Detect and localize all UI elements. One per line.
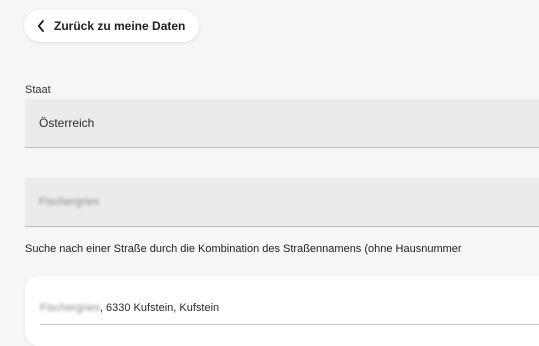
street-value: Fischergries: [39, 196, 99, 208]
chevron-left-icon: [36, 20, 46, 32]
country-field-label: Staat: [25, 84, 51, 96]
address-suggestions-panel: Fischergries , 6330 Kufstein, Kufstein: [25, 276, 539, 346]
back-button-label: Zurück zu meine Daten: [54, 19, 186, 33]
street-search-hint: Suche nach einer Straße durch die Kombin…: [25, 243, 462, 255]
address-suggestion-item[interactable]: Fischergries , 6330 Kufstein, Kufstein: [40, 292, 539, 325]
suggestion-street: Fischergries: [40, 302, 100, 314]
country-value: Österreich: [39, 116, 95, 130]
back-to-my-data-button[interactable]: Zurück zu meine Daten: [24, 10, 200, 42]
suggestion-location: , 6330 Kufstein, Kufstein: [99, 302, 220, 314]
country-select[interactable]: Österreich: [25, 99, 539, 148]
street-input[interactable]: Fischergries: [25, 178, 539, 227]
